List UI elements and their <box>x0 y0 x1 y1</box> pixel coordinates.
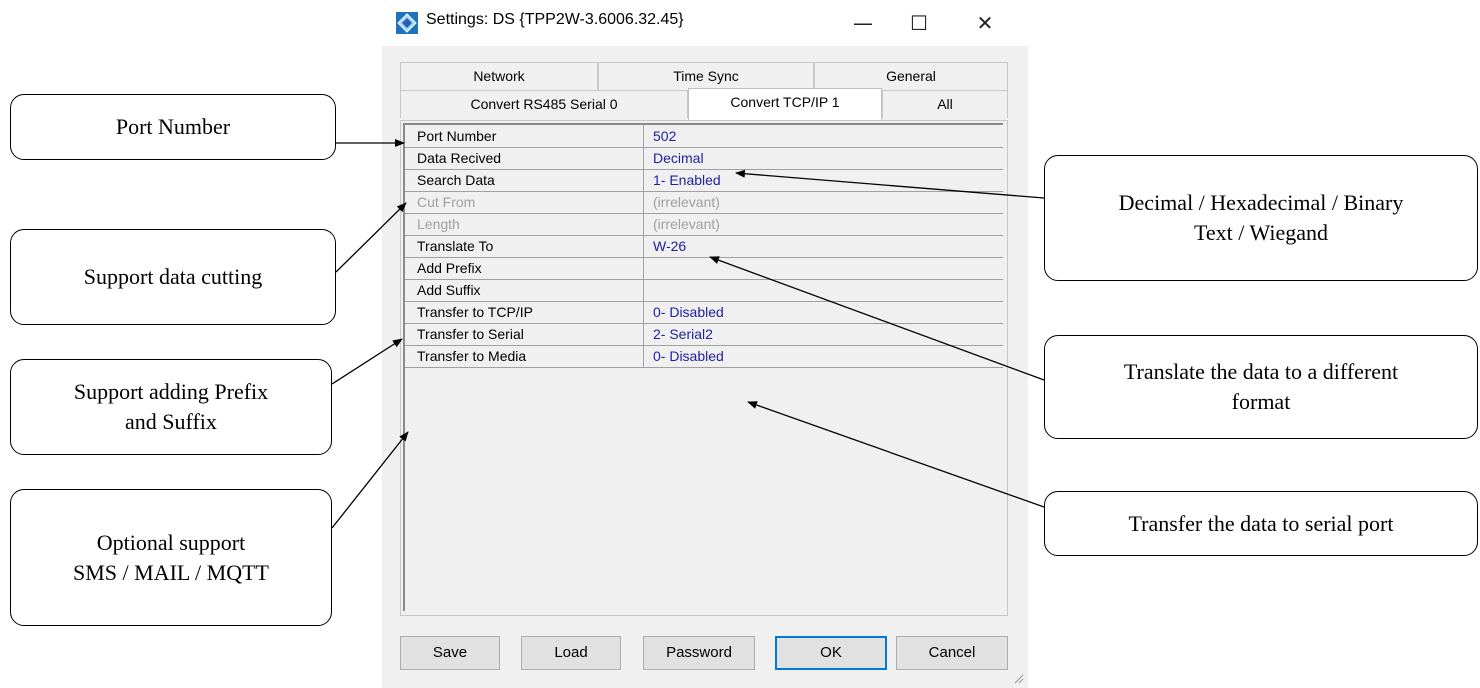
maximize-icon[interactable]: ☐ <box>904 8 934 38</box>
property-row[interactable]: Transfer to TCP/IP 0- Disabled <box>405 301 1003 324</box>
property-row[interactable]: Cut From (irrelevant) <box>405 191 1003 214</box>
save-button[interactable]: Save <box>400 636 500 670</box>
cancel-button[interactable]: Cancel <box>896 636 1008 670</box>
property-grid: Port Number 502 Data Recived Decimal Search … <box>403 123 1003 611</box>
column-divider <box>643 279 644 301</box>
column-divider <box>643 345 644 367</box>
column-divider <box>643 169 644 191</box>
property-row[interactable]: Data Recived Decimal <box>405 147 1003 170</box>
column-divider <box>643 235 644 257</box>
property-row[interactable]: Search Data 1- Enabled <box>405 169 1003 192</box>
tab-strip: Network Time Sync General Convert RS485 … <box>400 62 1008 120</box>
tab-all[interactable]: All <box>882 90 1008 118</box>
settings-dialog: Settings: DS {TPP2W-3.6006.32.45} — ☐ ✕ … <box>382 0 1028 688</box>
minimize-icon[interactable]: — <box>848 8 878 38</box>
property-row[interactable]: Transfer to Serial 2- Serial2 <box>405 323 1003 346</box>
property-name: Port Number <box>417 128 497 144</box>
property-value[interactable]: (irrelevant) <box>653 216 720 232</box>
property-name: Add Suffix <box>417 282 481 298</box>
tab-network[interactable]: Network <box>400 62 598 90</box>
column-divider <box>643 191 644 213</box>
tab-convert-tcpip[interactable]: Convert TCP/IP 1 <box>688 88 882 120</box>
property-value[interactable]: 1- Enabled <box>653 172 721 188</box>
property-value[interactable]: 0- Disabled <box>653 304 724 320</box>
property-name: Data Recived <box>417 150 502 166</box>
callout-optional-support: Optional support SMS / MAIL / MQTT <box>10 489 332 626</box>
property-value[interactable]: 0- Disabled <box>653 348 724 364</box>
property-name: Transfer to Serial <box>417 326 524 342</box>
property-row[interactable]: Length (irrelevant) <box>405 213 1003 236</box>
property-row[interactable]: Port Number 502 <box>405 125 1003 148</box>
tab-general[interactable]: General <box>814 62 1008 90</box>
callout-decimal-formats: Decimal / Hexadecimal / Binary Text / Wi… <box>1044 155 1478 281</box>
callout-prefix-suffix: Support adding Prefix and Suffix <box>10 359 332 455</box>
password-button[interactable]: Password <box>643 636 755 670</box>
property-row[interactable]: Transfer to Media 0- Disabled <box>405 345 1003 368</box>
column-divider <box>643 323 644 345</box>
property-name: Search Data <box>417 172 495 188</box>
property-value[interactable]: W-26 <box>653 238 686 254</box>
property-value[interactable]: 502 <box>653 128 676 144</box>
property-name: Translate To <box>417 238 494 254</box>
load-button[interactable]: Load <box>521 636 621 670</box>
column-divider <box>643 257 644 279</box>
ok-button[interactable]: OK <box>775 636 887 670</box>
window-title: Settings: DS {TPP2W-3.6006.32.45} <box>426 11 684 28</box>
callout-data-cutting: Support data cutting <box>10 229 336 325</box>
column-divider <box>643 301 644 323</box>
property-name: Transfer to TCP/IP <box>417 304 533 320</box>
property-row[interactable]: Translate To W-26 <box>405 235 1003 258</box>
property-value[interactable]: 2- Serial2 <box>653 326 713 342</box>
callout-port-number: Port Number <box>10 94 336 160</box>
close-icon[interactable]: ✕ <box>970 8 1000 38</box>
tab-convert-rs485[interactable]: Convert RS485 Serial 0 <box>400 90 688 118</box>
callout-transfer-serial: Transfer the data to serial port <box>1044 491 1478 556</box>
property-name: Add Prefix <box>417 260 482 276</box>
tab-time-sync[interactable]: Time Sync <box>598 62 814 90</box>
property-name: Cut From <box>417 194 476 210</box>
property-name: Transfer to Media <box>417 348 527 364</box>
property-name: Length <box>417 216 460 232</box>
title-bar: Settings: DS {TPP2W-3.6006.32.45} — ☐ ✕ <box>382 0 1028 46</box>
property-value[interactable]: (irrelevant) <box>653 194 720 210</box>
column-divider <box>643 213 644 235</box>
app-icon <box>396 12 418 34</box>
column-divider <box>643 125 644 147</box>
callout-translate: Translate the data to a different format <box>1044 335 1478 439</box>
tab-panel: Port Number 502 Data Recived Decimal Search … <box>400 120 1008 616</box>
property-row[interactable]: Add Prefix <box>405 257 1003 280</box>
property-row[interactable]: Add Suffix <box>405 279 1003 302</box>
column-divider <box>643 147 644 169</box>
property-value[interactable]: Decimal <box>653 150 704 166</box>
resize-grip-icon[interactable] <box>1012 672 1024 684</box>
